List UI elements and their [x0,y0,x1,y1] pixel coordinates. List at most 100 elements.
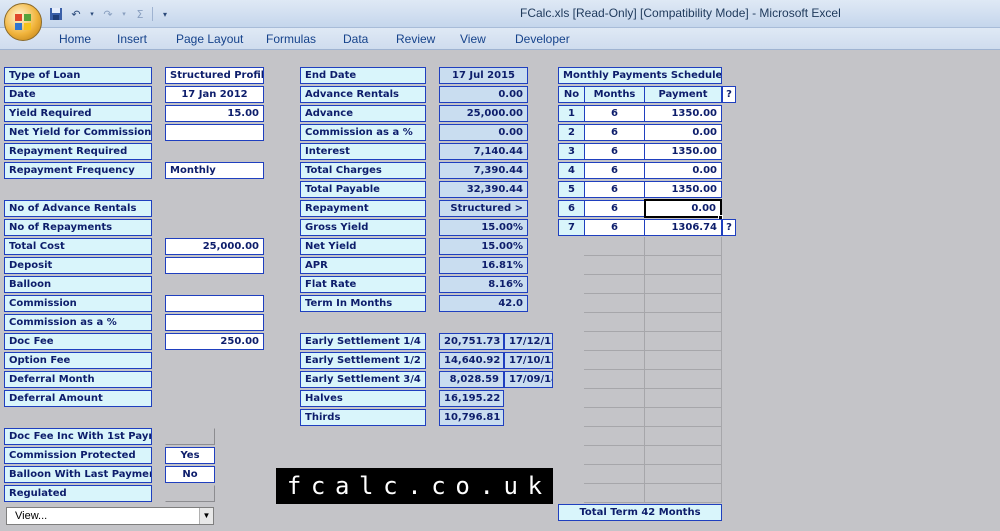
grid-cell[interactable] [645,332,722,351]
schedule-row-months[interactable]: 6 [584,143,645,160]
tab-developer[interactable]: Developer [515,32,570,46]
input-commission-pct[interactable] [165,314,264,331]
label-yield-required: Yield Required [4,105,152,122]
grid-cell[interactable] [584,370,645,389]
grid-cell[interactable] [645,408,722,427]
save-icon[interactable] [48,6,64,22]
grid-cell[interactable] [645,484,722,503]
label-advance: Advance [300,105,426,122]
input-doc-fee-inc[interactable] [165,428,215,445]
tab-home[interactable]: Home [59,32,91,46]
office-button[interactable] [4,3,42,41]
value-total-payable: 32,390.44 [439,181,528,198]
input-doc-fee[interactable]: 250.00 [165,333,264,350]
view-dropdown[interactable]: View... ▼ [6,507,214,525]
grid-cell[interactable] [645,275,722,294]
redo-icon[interactable]: ↷ [100,6,116,22]
grid-cell[interactable] [584,484,645,503]
label-advance-rentals: Advance Rentals [300,86,426,103]
label-commission-pct: Commission as a % [4,314,152,331]
grid-cell[interactable] [584,237,645,256]
undo-dropdown-icon[interactable]: ▾ [88,6,96,22]
undo-icon[interactable]: ↶ [68,6,84,22]
value-advance: 25,000.00 [439,105,528,122]
label-no-advance-rentals: No of Advance Rentals [4,200,152,217]
schedule-row-months[interactable]: 6 [584,105,645,122]
view-dropdown-value: View... [15,510,48,522]
input-net-yield-commission[interactable] [165,124,264,141]
schedule-row-months[interactable]: 6 [584,219,645,236]
value-interest: 7,140.44 [439,143,528,160]
schedule-row-months[interactable]: 6 [584,200,645,217]
input-commission[interactable] [165,295,264,312]
grid-cell[interactable] [645,389,722,408]
schedule-row-payment[interactable]: 1350.00 [644,105,722,122]
schedule-row-payment[interactable]: 0.00 [644,162,722,179]
grid-cell[interactable] [584,427,645,446]
schedule-row-payment[interactable]: 1306.74 [644,219,722,236]
tab-insert[interactable]: Insert [117,32,147,46]
grid-cell[interactable] [645,446,722,465]
schedule-help-button[interactable]: ? [722,86,736,103]
input-total-cost[interactable]: 25,000.00 [165,238,264,255]
grid-cell[interactable] [584,446,645,465]
tab-data[interactable]: Data [343,32,368,46]
input-type-of-loan[interactable]: Structured Profile [165,67,264,84]
row-help-button[interactable]: ? [722,219,736,236]
grid-cell[interactable] [584,275,645,294]
input-yield-required[interactable]: 15.00 [165,105,264,122]
grid-cell[interactable] [645,256,722,275]
schedule-header-payment: Payment [644,86,722,103]
grid-cell[interactable] [584,256,645,275]
window-title: FCalc.xls [Read-Only] [Compatibility Mod… [520,6,841,20]
label-apr: APR [300,257,426,274]
label-commission-pct-result: Commission as a % [300,124,426,141]
schedule-row-payment[interactable]: 1350.00 [644,181,722,198]
schedule-row-payment-selected[interactable]: 0.00 [644,199,722,218]
grid-cell[interactable] [584,408,645,427]
label-balloon: Balloon [4,276,152,293]
label-type-of-loan: Type of Loan [4,67,152,84]
redo-dropdown-icon[interactable]: ▾ [120,6,128,22]
input-repayment-frequency[interactable]: Monthly [165,162,264,179]
schedule-row-payment[interactable]: 1350.00 [644,143,722,160]
grid-cell[interactable] [584,389,645,408]
grid-cell[interactable] [584,465,645,484]
customize-toolbar-icon[interactable]: ▾ [157,6,173,22]
label-option-fee: Option Fee [4,352,152,369]
grid-cell[interactable] [645,370,722,389]
input-regulated[interactable] [165,485,215,502]
input-date[interactable]: 17 Jan 2012 [165,86,264,103]
grid-cell[interactable] [645,237,722,256]
schedule-title: Monthly Payments Schedule [558,67,722,84]
logo-letter: l [359,472,374,500]
grid-cell[interactable] [645,465,722,484]
input-balloon-last-payment[interactable]: No [165,466,215,483]
tab-view[interactable]: View [460,32,486,46]
schedule-row-no: 2 [558,124,585,141]
schedule-row-months[interactable]: 6 [584,181,645,198]
schedule-row-months[interactable]: 6 [584,124,645,141]
input-deposit[interactable] [165,257,264,274]
grid-cell[interactable] [645,427,722,446]
grid-cell[interactable] [584,351,645,370]
value-early-settlement-half: 14,640.92 [439,352,504,369]
sum-icon[interactable]: Σ [132,6,148,22]
grid-cell[interactable] [584,332,645,351]
grid-cell[interactable] [584,294,645,313]
grid-cell[interactable] [645,313,722,332]
schedule-row-months[interactable]: 6 [584,162,645,179]
tab-formulas[interactable]: Formulas [266,32,316,46]
tab-page-layout[interactable]: Page Layout [176,32,243,46]
grid-cell[interactable] [584,313,645,332]
grid-cell[interactable] [645,294,722,313]
title-bar: ↶ ▾ ↷ ▾ Σ ▾ FCalc.xls [Read-Only] [Compa… [0,0,1000,28]
schedule-row-payment[interactable]: 0.00 [644,124,722,141]
tab-review[interactable]: Review [396,32,435,46]
quick-access-toolbar: ↶ ▾ ↷ ▾ Σ ▾ [48,5,173,23]
grid-cell[interactable] [645,351,722,370]
input-commission-protected[interactable]: Yes [165,447,215,464]
label-deposit: Deposit [4,257,152,274]
chevron-down-icon[interactable]: ▼ [199,508,213,524]
value-repayment[interactable]: Structured > [439,200,528,217]
